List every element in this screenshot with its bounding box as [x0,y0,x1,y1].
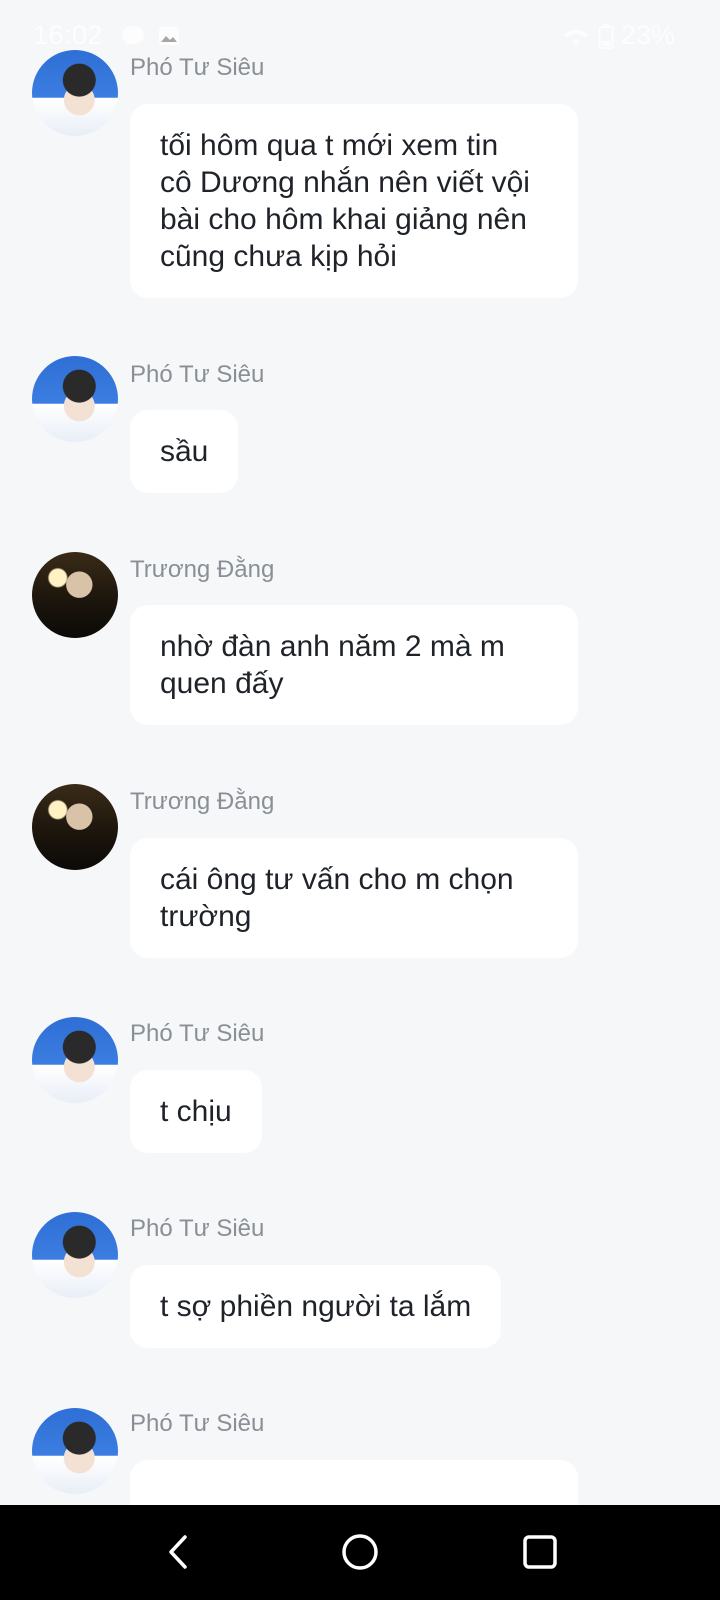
avatar-truong-dang[interactable] [32,552,118,638]
battery-icon [598,24,614,55]
message-text: cô Dương nhắn nên viết vội [160,166,530,199]
message-text: t sợ phiền người ta lắm [160,1290,472,1323]
message-list[interactable]: Phó Tư Siêu tối hôm qua t mới xem tin cô… [0,0,720,1505]
sender-name: Phó Tư Siêu [130,1215,265,1242]
avatar-pho-tu-sieu[interactable] [32,1408,118,1494]
avatar-pho-tu-sieu[interactable] [32,1017,118,1103]
recents-icon[interactable] [515,1527,565,1577]
navigation-bar [0,1505,720,1600]
message-bubble[interactable]: sầu [130,410,239,493]
message-text: trường [160,900,252,933]
status-time: 16:02 [33,20,104,50]
avatar-truong-dang[interactable] [32,784,118,870]
avatar-pho-tu-sieu[interactable] [32,356,118,442]
avatar-pho-tu-sieu[interactable] [32,1212,118,1298]
chat-notification-icon [120,24,146,53]
wifi-icon [562,24,590,53]
back-icon[interactable] [155,1527,205,1577]
message-bubble[interactable]: nhờ đàn anh năm 2 mà m quen đấy [130,605,578,725]
image-notification-icon [157,24,181,53]
sender-name: Phó Tư Siêu [130,1020,265,1047]
message-text: tối hôm qua t mới xem tin [160,129,499,162]
message-bubble[interactable]: t sợ phiền người ta lắm [130,1265,502,1348]
message-bubble[interactable]: t chịu [130,1070,262,1153]
message-text: cái ông tư vấn cho m chọn [160,863,514,896]
message-text: sầu [160,435,209,468]
sender-name: Phó Tư Siêu [130,361,265,388]
battery-percentage: 23% [620,20,675,50]
message-text: quen đấy [160,667,284,700]
message-text: bài cho hôm khai giảng nên [160,203,527,236]
sender-name: Phó Tư Siêu [130,1410,265,1437]
status-bar: 16:02 23% [0,0,720,70]
sender-name: Trương Đằng [130,556,275,583]
message-bubble[interactable]: cái ông tư vấn cho m chọn trường [130,838,578,958]
message-text: t chịu [160,1095,232,1128]
sender-name: Trương Đằng [130,788,275,815]
message-text: nhờ đàn anh năm 2 mà m [160,630,505,663]
message-bubble[interactable] [130,1460,578,1505]
message-bubble[interactable]: tối hôm qua t mới xem tin cô Dương nhắn … [130,104,578,298]
home-icon[interactable] [335,1527,385,1577]
message-text: cũng chưa kịp hỏi [160,240,397,273]
